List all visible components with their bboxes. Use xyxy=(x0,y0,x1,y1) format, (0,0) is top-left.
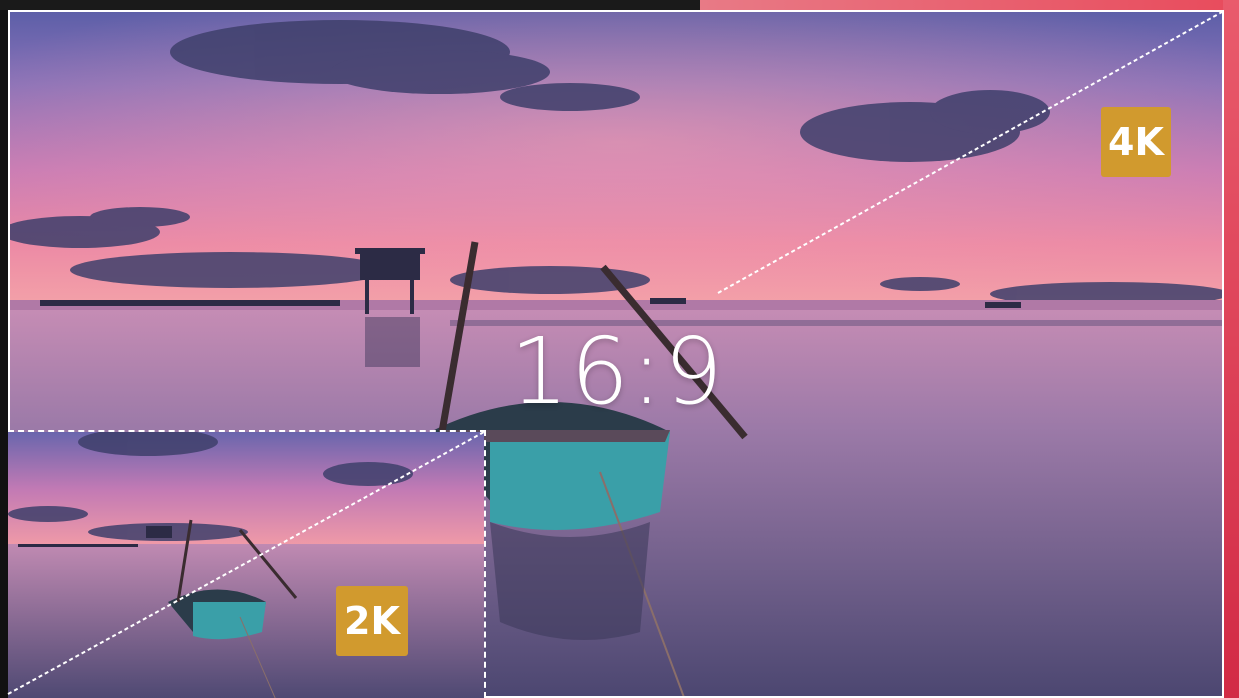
top-bar-dark xyxy=(0,0,720,10)
badge-4k: 4K xyxy=(1101,107,1171,177)
right-edge-accent xyxy=(1223,0,1239,698)
aspect-ratio-label: 16:9 xyxy=(510,318,725,425)
sunset-lake-photo-small xyxy=(8,432,484,698)
top-bar-accent xyxy=(700,0,1239,10)
badge-2k: 2K xyxy=(336,586,408,656)
preview-2k-frame xyxy=(8,430,486,698)
